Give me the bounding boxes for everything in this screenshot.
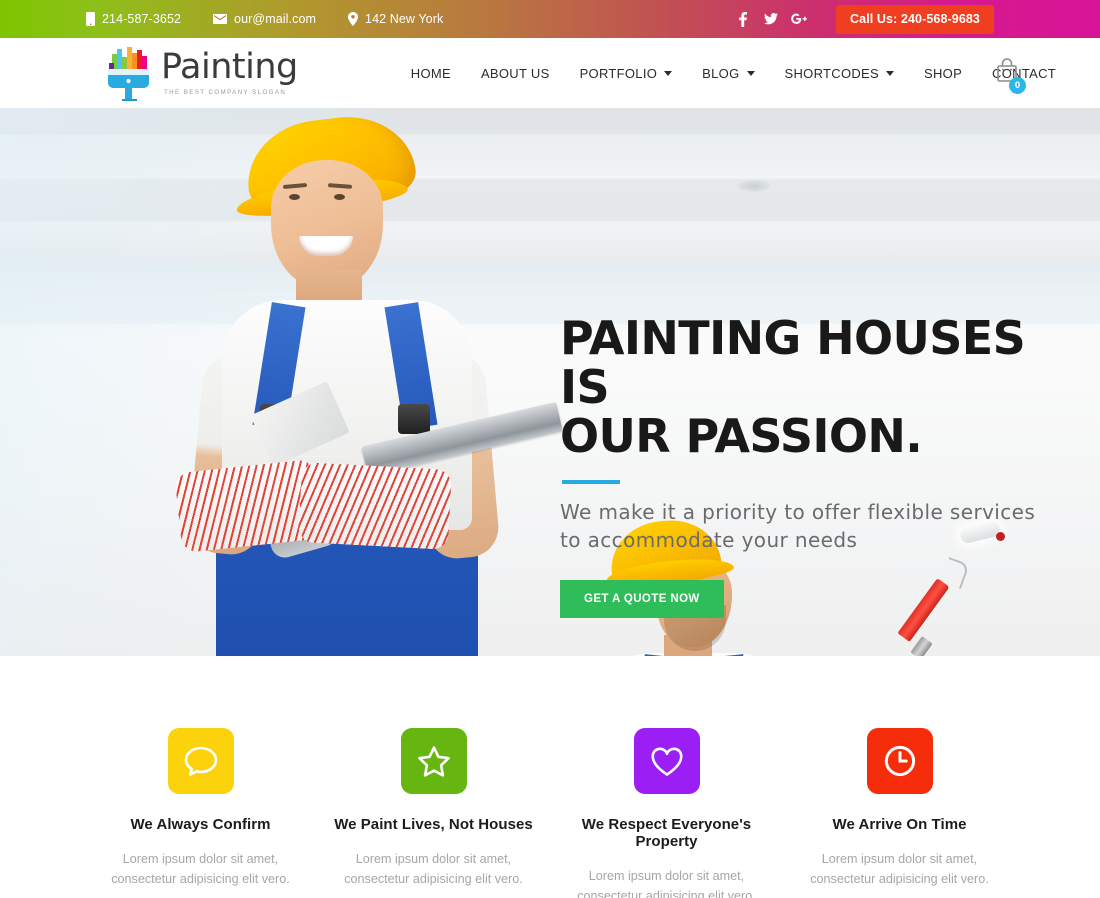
hero-copy-block: PAINTING HOUSES IS OUR PASSION. We make … xyxy=(560,311,1040,619)
mobile-phone-icon xyxy=(86,12,95,26)
hero-divider-rule xyxy=(562,479,620,484)
feature-card-confirm: We Always Confirm Lorem ipsum dolor sit … xyxy=(84,728,317,898)
feature-text: Lorem ipsum dolor sit amet, consectetur … xyxy=(810,852,989,887)
hero-title-line-1: PAINTING HOUSES IS xyxy=(560,311,1026,415)
chevron-down-icon xyxy=(746,70,755,76)
feature-card-arrive-on-time: We Arrive On Time Lorem ipsum dolor sit … xyxy=(783,728,1016,898)
feature-text: Lorem ipsum dolor sit amet, consectetur … xyxy=(577,869,756,898)
site-logo[interactable]: Painting THE BEST COMPANY SLOGAN xyxy=(103,45,298,101)
nav-item-home[interactable]: HOME xyxy=(411,66,451,81)
envelope-icon xyxy=(213,14,228,24)
cart-button[interactable]: 0 xyxy=(996,58,1026,94)
nav-item-portfolio[interactable]: PORTFOLIO xyxy=(580,66,673,81)
hero-subtitle-line-1: We make it a priority to offer flexible … xyxy=(560,499,1036,524)
nav-label: SHOP xyxy=(924,65,963,81)
main-navigation: HOME ABOUT US PORTFOLIO BLOG SHORTCODES … xyxy=(411,66,1056,81)
feature-title: We Arrive On Time xyxy=(832,816,967,833)
speech-bubble-icon xyxy=(167,728,234,794)
nav-item-blog[interactable]: BLOG xyxy=(702,65,755,81)
nav-item-shop[interactable]: SHOP xyxy=(924,66,962,81)
twitter-icon[interactable] xyxy=(760,8,782,30)
get-a-quote-button[interactable]: GET A QUOTE NOW xyxy=(560,580,724,619)
nav-label: PORTFOLIO xyxy=(579,65,658,81)
call-us-button[interactable]: Call Us: 240-568-9683 xyxy=(836,4,994,34)
hero-subtitle: We make it a priority to offer flexible … xyxy=(560,498,1040,555)
topbar-right-group: Call Us: 240-568-9683 xyxy=(732,0,1100,38)
features-section: We Always Confirm Lorem ipsum dolor sit … xyxy=(0,660,1100,898)
google-plus-icon[interactable] xyxy=(788,8,810,30)
feature-title: We Paint Lives, Not Houses xyxy=(334,816,533,833)
cart-count-badge: 0 xyxy=(1009,77,1026,94)
feature-title: We Always Confirm xyxy=(130,816,271,833)
hero-subtitle-line-2: to accommodate your needs xyxy=(560,528,858,553)
facebook-icon[interactable] xyxy=(732,8,754,30)
topbar-email-text: our@mail.com xyxy=(234,12,317,26)
hero-title: PAINTING HOUSES IS OUR PASSION. xyxy=(560,311,1040,464)
feature-card-paint-lives: We Paint Lives, Not Houses Lorem ipsum d… xyxy=(317,728,550,898)
topbar-email[interactable]: our@mail.com xyxy=(213,12,316,26)
hero-bottom-edge xyxy=(0,656,1100,660)
top-contact-bar: 214-587-3652 our@mail.com 142 New York C… xyxy=(0,0,1100,38)
topbar-address[interactable]: 142 New York xyxy=(348,12,443,26)
topbar-address-text: 142 New York xyxy=(365,12,444,26)
site-header: Painting THE BEST COMPANY SLOGAN HOME AB… xyxy=(0,38,1100,108)
map-pin-icon xyxy=(348,12,359,26)
nav-label: HOME xyxy=(410,65,451,81)
clock-icon xyxy=(866,728,933,794)
paintbrush-logo-icon xyxy=(103,45,155,101)
hero-banner: PAINTING HOUSES IS OUR PASSION. We make … xyxy=(0,108,1100,660)
nav-label: ABOUT US xyxy=(480,65,550,81)
feature-title: We Respect Everyone's Property xyxy=(581,816,752,850)
star-icon xyxy=(400,728,467,794)
feature-text: Lorem ipsum dolor sit amet, consectetur … xyxy=(111,852,290,887)
hero-painter-foreground-image xyxy=(150,108,563,660)
feature-text: Lorem ipsum dolor sit amet, consectetur … xyxy=(344,852,523,887)
heart-icon xyxy=(633,728,700,794)
feature-card-respect-property: We Respect Everyone's Property Lorem ips… xyxy=(550,728,783,898)
nav-item-shortcodes[interactable]: SHORTCODES xyxy=(784,65,894,81)
nav-label: BLOG xyxy=(702,65,740,81)
ceiling-smudge xyxy=(738,180,770,192)
logo-slogan: THE BEST COMPANY SLOGAN xyxy=(164,89,287,96)
nav-item-about-us[interactable]: ABOUT US xyxy=(481,66,550,81)
chevron-down-icon xyxy=(664,70,673,76)
logo-text-block: Painting THE BEST COMPANY SLOGAN xyxy=(161,47,298,97)
topbar-contact-group: 214-587-3652 our@mail.com 142 New York xyxy=(86,12,475,26)
nav-label: SHORTCODES xyxy=(784,65,879,81)
logo-wordmark: Painting xyxy=(161,47,298,87)
hero-title-line-2: OUR PASSION. xyxy=(560,409,923,464)
topbar-phone-text: 214-587-3652 xyxy=(102,12,182,26)
chevron-down-icon xyxy=(886,70,894,76)
topbar-phone[interactable]: 214-587-3652 xyxy=(86,12,181,26)
